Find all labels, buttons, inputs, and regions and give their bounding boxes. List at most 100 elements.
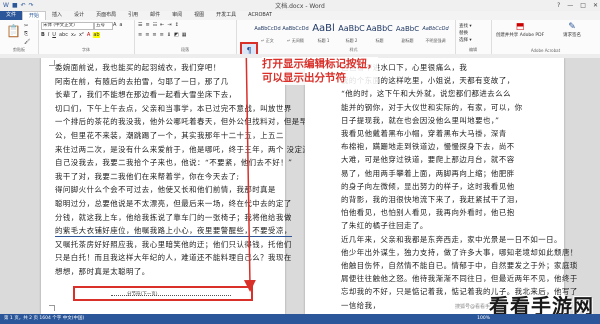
tab-view[interactable]: 视图 <box>188 11 210 20</box>
align-left-icon[interactable]: ≡ <box>138 32 142 38</box>
tab-file[interactable]: 文件 <box>0 11 23 20</box>
tab-insert[interactable]: 插入 <box>46 11 68 20</box>
font-label: 字体 <box>82 47 90 52</box>
editing-label: 编辑 <box>469 47 477 52</box>
style-name: 标题 1 <box>317 38 330 43</box>
document-area[interactable]: 委婉面前说，我也能买的起羽绒衣，我们穿吧！ 阿南在前，有随后的去拍雪，匀耶了一日… <box>0 58 600 314</box>
minimize-button[interactable]: — <box>567 0 573 11</box>
maximize-button[interactable]: □ <box>580 0 586 11</box>
ribbon: 📋 ✂ ⎘ 🖌 剪贴板 宋体 (中文正文) 五号 A a B I U abc x… <box>0 20 600 59</box>
style-preview: AaBbC <box>338 24 365 33</box>
annotation-line-2: 可以显示出分节符 <box>262 72 346 84</box>
style-preview: AaBbCcDd <box>254 26 281 32</box>
style-preview: AaBbCcDd <box>282 26 309 32</box>
multilevel-list-icon[interactable]: ☷ <box>153 22 157 28</box>
style-name: ↵ 无间隔 <box>287 38 304 43</box>
pdf-icon: ⬒ <box>515 22 525 32</box>
style-preview: AaBbCcDd <box>422 26 449 32</box>
tab-developer[interactable]: 开发工具 <box>210 11 242 20</box>
style-preview: AaBl <box>312 23 335 34</box>
find-button[interactable]: 查找 ▾ <box>459 23 472 30</box>
align-buttons: ≡ ≡ ≡ ≡ ↨ ◩ ▦ <box>138 32 186 38</box>
style-name: 不明显强调 <box>425 38 446 43</box>
strikethrough-icon[interactable]: abc <box>59 32 68 38</box>
paragraph-label: 段落 <box>181 47 189 52</box>
status-text: 第 1 页，共 2 页 1604 个字 中文(中国) <box>4 316 85 321</box>
style-heading-2[interactable]: AaBbC 标题 2 <box>338 22 365 48</box>
font-name-select[interactable]: 宋体 (中文正文) <box>41 22 94 30</box>
subscript-icon[interactable]: x₂ <box>71 32 76 38</box>
font-group: 宋体 (中文正文) 五号 A a B I U abc x₂ x² A ab 字体 <box>38 20 135 54</box>
underline-icon[interactable]: U <box>52 32 56 38</box>
bold-icon[interactable]: B <box>41 32 45 38</box>
line-spacing-icon[interactable]: ↨ <box>167 32 171 38</box>
tab-review[interactable]: 审阅 <box>166 11 188 20</box>
style-heading-1[interactable]: AaBl 标题 1 <box>310 22 337 48</box>
list-buttons: ☰ ≡ ☷ ⇤ ⇥ ↕ <box>138 22 179 28</box>
paste-icon[interactable]: 📋 <box>6 24 21 38</box>
annotation-arrow <box>243 58 256 292</box>
increase-indent-icon[interactable]: ⇥ <box>167 22 171 28</box>
replace-button[interactable]: 替换 <box>459 30 472 37</box>
acrobat-label: Adobe Acrobat <box>530 48 561 53</box>
arrow-line <box>243 58 256 292</box>
cut-icon[interactable]: ✂ <box>24 23 28 29</box>
clipboard-group: 📋 ✂ ⎘ 🖌 剪贴板 <box>0 20 39 54</box>
decrease-indent-icon[interactable]: ⇤ <box>160 22 164 28</box>
font-size-select[interactable]: 五号 <box>94 22 113 30</box>
annotation-callout: 打开显示编辑标记按钮， 可以显示出分节符 <box>262 57 378 85</box>
window-title: 文档.docx - Word <box>275 3 325 10</box>
grow-font-icon[interactable]: A <box>113 22 116 28</box>
zoom-level[interactable]: 100% <box>477 314 490 324</box>
styles-group: AaBbCcDd ↵ 正文 AaBbCcDd ↵ 无间隔 AaBl 标题 1 A… <box>252 20 456 54</box>
request-signature-label: 请求签名 <box>563 33 581 38</box>
acrobat-group: ⬒ 创建并共享 Adobe PDF ✎ 请求签名 Adobe Acrobat <box>491 20 600 54</box>
highlight-icon[interactable]: ab <box>93 32 100 38</box>
tab-references[interactable]: 引用 <box>122 11 144 20</box>
tab-mailings[interactable]: 邮件 <box>144 11 166 20</box>
shrink-font-icon[interactable]: a <box>119 22 122 28</box>
style-subtle-emphasis[interactable]: AaBbCcDd 不明显强调 <box>422 22 449 48</box>
format-painter-icon[interactable]: 🖌 <box>24 39 30 45</box>
style-name: 副标题 <box>401 38 414 43</box>
styles-label: 样式 <box>349 47 358 52</box>
signature-icon: ✎ <box>568 22 576 32</box>
editing-items: 查找 ▾ 替换 选择 ▾ <box>459 23 472 44</box>
tab-layout[interactable]: 页面布局 <box>90 11 122 20</box>
close-button[interactable]: ✕ <box>593 0 598 11</box>
style-title[interactable]: AaBbC 标题 <box>366 22 393 48</box>
shading-icon[interactable]: ◩ <box>174 32 179 38</box>
tab-design[interactable]: 设计 <box>68 11 90 20</box>
create-pdf-label: 创建并共享 Adobe PDF <box>495 33 545 38</box>
copy-icon[interactable]: ⎘ <box>24 31 28 37</box>
paragraph-group: ☰ ≡ ☷ ⇤ ⇥ ↕ ≡ ≡ ≡ ≡ ↨ ◩ ▦ 段落 <box>134 20 237 54</box>
request-signature-button[interactable]: ✎ 请求签名 <box>549 22 595 38</box>
style-subtitle[interactable]: AaBbC 副标题 <box>394 22 421 48</box>
ribbon-tabs: 文件 开始 插入 设计 页面布局 引用 邮件 审阅 视图 开发工具 ACROBA… <box>0 11 600 20</box>
superscript-icon[interactable]: x² <box>79 32 84 38</box>
italic-icon[interactable]: I <box>48 32 49 38</box>
font-size-buttons: A a <box>113 22 123 28</box>
borders-icon[interactable]: ▦ <box>182 32 187 38</box>
select-button[interactable]: 选择 ▾ <box>459 37 472 44</box>
style-normal[interactable]: AaBbCcDd ↵ 正文 <box>254 22 281 48</box>
help-button[interactable]: ? <box>557 0 560 11</box>
align-center-icon[interactable]: ≡ <box>145 32 149 38</box>
tab-home[interactable]: 开始 <box>22 11 47 20</box>
bullets-icon[interactable]: ☰ <box>138 22 142 28</box>
tab-acrobat[interactable]: ACROBAT <box>242 11 278 20</box>
style-preview: AaBbC <box>366 24 393 33</box>
style-preview: AaBbC <box>395 25 420 33</box>
font-format-buttons: B I U abc x₂ x² A ab <box>41 32 100 38</box>
justify-icon[interactable]: ≡ <box>160 32 164 38</box>
style-name: 标题 2 <box>345 38 358 43</box>
create-pdf-button[interactable]: ⬒ 创建并共享 Adobe PDF <box>495 22 545 38</box>
numbering-icon[interactable]: ≡ <box>145 22 149 28</box>
align-right-icon[interactable]: ≡ <box>152 32 156 38</box>
style-no-spacing[interactable]: AaBbCcDd ↵ 无间隔 <box>282 22 309 48</box>
style-name: ↵ 正文 <box>261 38 274 43</box>
sort-icon[interactable]: ↕ <box>175 22 179 28</box>
editing-group: 查找 ▾ 替换 选择 ▾ 编辑 <box>455 20 492 54</box>
font-color-icon[interactable]: A <box>87 32 90 38</box>
clipboard-label: 剪贴板 <box>13 47 25 52</box>
